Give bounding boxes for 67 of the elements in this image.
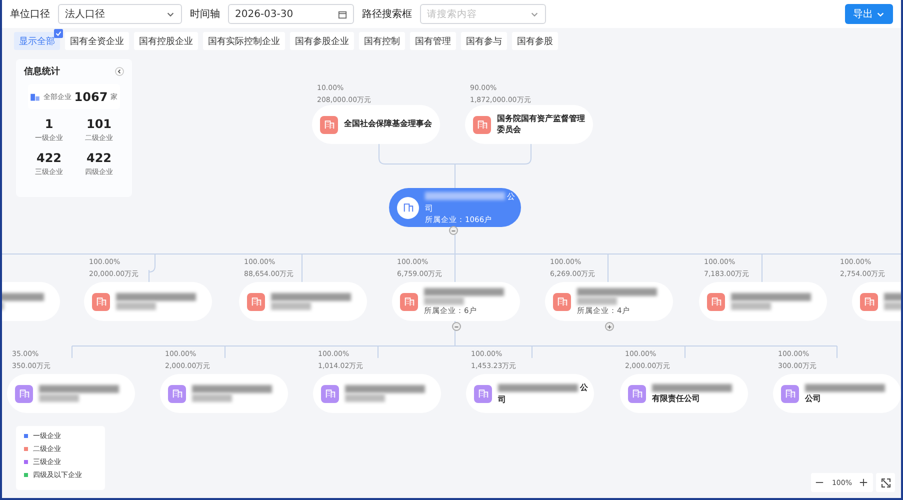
building-icon [710, 296, 722, 307]
collapse-button[interactable] [452, 322, 461, 331]
filter-tag[interactable]: 国有参股 [512, 32, 558, 50]
plus-icon [859, 478, 868, 487]
collapse-button[interactable] [449, 226, 458, 235]
company-node[interactable]: 有限责任公司 [620, 374, 748, 413]
expand-button[interactable] [605, 322, 614, 331]
fullscreen-icon [880, 478, 890, 488]
shareholder-name: 国务院国有资产监督管理委员会 [497, 114, 585, 136]
company-name: 司 [425, 202, 433, 214]
building-icon [864, 296, 874, 307]
date-field[interactable]: 2026-03-30 [228, 4, 354, 24]
filter-tag[interactable]: 国有参股企业 [290, 32, 354, 50]
company-node[interactable]: 公司 [773, 374, 901, 413]
company-node[interactable]: 公 司 [466, 374, 594, 413]
building-icon [556, 296, 568, 307]
building-icon [250, 296, 262, 307]
company-node[interactable] [239, 282, 367, 321]
building-icon [478, 388, 488, 399]
filter-label: 时间轴 [190, 8, 220, 21]
building-icon [96, 296, 106, 307]
stat-value: 422 [36, 151, 62, 165]
shareholder-node[interactable]: 全国社会保障基金理事会 [312, 105, 440, 144]
company-name: 公司 [805, 392, 821, 404]
building-icon [404, 296, 414, 307]
company-icon-badge [397, 196, 419, 218]
building-icon [476, 119, 488, 130]
building-icon [172, 388, 182, 399]
panel-title: 信息统计 [24, 65, 60, 78]
filter-tag[interactable]: 国有实际控制企业 [203, 32, 285, 50]
company-name: 有限责任公司 [652, 392, 700, 404]
company-node[interactable] [84, 282, 212, 321]
stat-value: 1067 [74, 90, 108, 104]
stat-value: 1 [44, 117, 54, 131]
search-select[interactable]: 请搜索内容 [420, 4, 546, 24]
unit-select[interactable]: 法人口径 [58, 4, 182, 24]
filter-tag[interactable]: 国有管理 [410, 32, 456, 50]
filter-tag[interactable]: 国有参与 [461, 32, 507, 50]
zoom-in-button[interactable] [858, 476, 870, 488]
shareholder-node[interactable]: 国务院国有资产监督管理委员会 [465, 105, 593, 144]
building-icon [30, 92, 40, 102]
stat-value: 422 [86, 151, 112, 165]
stat-value: 101 [86, 117, 112, 131]
company-name: 公 [507, 190, 515, 202]
company-node[interactable] [313, 374, 441, 413]
company-node[interactable] [160, 374, 288, 413]
building-icon [324, 119, 334, 130]
filter-label: 路径搜索框 [362, 8, 412, 21]
company-name: 司 [498, 394, 506, 405]
collapse-panel-button[interactable] [115, 67, 124, 76]
company-node[interactable] [699, 282, 827, 321]
filter-label: 单位口径 [10, 8, 50, 21]
building-icon [18, 388, 30, 399]
filter-tag[interactable]: 国有全资企业 [65, 32, 129, 50]
filter-tag[interactable]: 国有控制 [359, 32, 405, 50]
fullscreen-button[interactable] [876, 473, 895, 492]
export-button[interactable]: 导出 [845, 4, 893, 24]
chevron-left-icon [116, 68, 123, 75]
building-icon [632, 388, 642, 399]
shareholder-name: 全国社会保障基金理事会 [344, 119, 432, 130]
company-node[interactable] [7, 374, 135, 413]
building-icon [784, 388, 796, 399]
company-name: 公 [580, 382, 588, 393]
plus-icon [606, 322, 613, 330]
calendar-icon [338, 10, 347, 18]
filter-tag[interactable]: 国有控股企业 [134, 32, 198, 50]
building-icon [324, 388, 336, 399]
